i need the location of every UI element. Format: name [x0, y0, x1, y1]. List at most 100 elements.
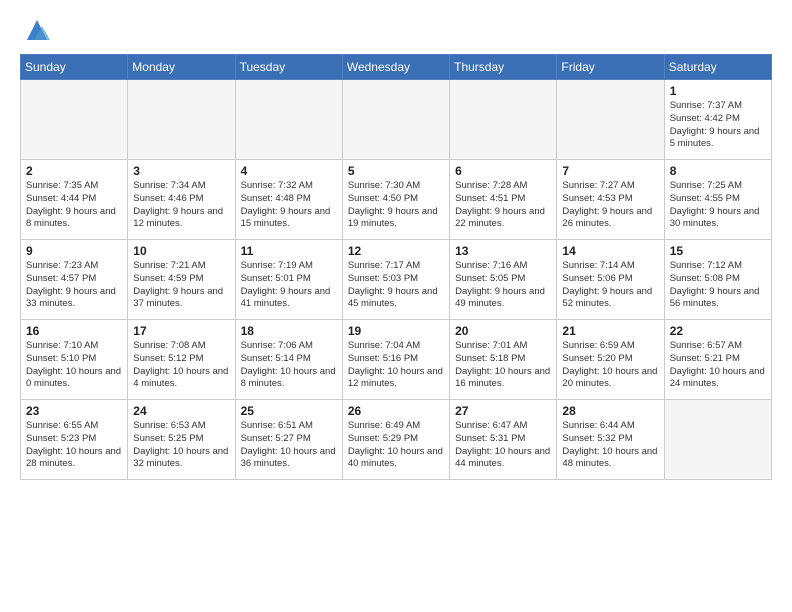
- day-number: 12: [348, 244, 445, 258]
- week-row-0: 1 Sunrise: 7:37 AM Sunset: 4:42 PM Daylig…: [21, 80, 772, 160]
- day-info: Sunrise: 7:23 AM Sunset: 4:57 PM Dayligh…: [26, 260, 123, 311]
- day-info: Sunrise: 7:08 AM Sunset: 5:12 PM Dayligh…: [133, 340, 230, 391]
- page: SundayMondayTuesdayWednesdayThursdayFrid…: [0, 0, 792, 490]
- day-cell: [450, 80, 557, 160]
- day-cell: 11 Sunrise: 7:19 AM Sunset: 5:01 PM Dayli…: [235, 240, 342, 320]
- day-info: Sunrise: 7:32 AM Sunset: 4:48 PM Dayligh…: [241, 180, 338, 231]
- day-number: 22: [670, 324, 767, 338]
- week-row-2: 9 Sunrise: 7:23 AM Sunset: 4:57 PM Daylig…: [21, 240, 772, 320]
- day-info: Sunrise: 7:14 AM Sunset: 5:06 PM Dayligh…: [562, 260, 659, 311]
- day-number: 19: [348, 324, 445, 338]
- day-number: 13: [455, 244, 552, 258]
- day-cell: 28Sunrise: 6:44 AM Sunset: 5:32 PM Dayli…: [557, 400, 664, 480]
- day-info: Sunrise: 6:47 AM Sunset: 5:31 PM Dayligh…: [455, 420, 552, 471]
- day-cell: 3 Sunrise: 7:34 AM Sunset: 4:46 PM Daylig…: [128, 160, 235, 240]
- day-info: Sunrise: 7:01 AM Sunset: 5:18 PM Dayligh…: [455, 340, 552, 391]
- day-info: Sunrise: 6:57 AM Sunset: 5:21 PM Dayligh…: [670, 340, 767, 391]
- day-number: 28: [562, 404, 659, 418]
- day-info: Sunrise: 7:28 AM Sunset: 4:51 PM Dayligh…: [455, 180, 552, 231]
- day-info: Sunrise: 7:35 AM Sunset: 4:44 PM Dayligh…: [26, 180, 123, 231]
- day-info: Sunrise: 7:04 AM Sunset: 5:16 PM Dayligh…: [348, 340, 445, 391]
- day-cell: 24Sunrise: 6:53 AM Sunset: 5:25 PM Dayli…: [128, 400, 235, 480]
- day-cell: 26 Sunrise: 6:49 AM Sunset: 5:29 PM Dayli…: [342, 400, 449, 480]
- col-header-monday: Monday: [128, 55, 235, 80]
- day-cell: 8 Sunrise: 7:25 AM Sunset: 4:55 PM Daylig…: [664, 160, 771, 240]
- day-cell: [21, 80, 128, 160]
- day-info: Sunrise: 6:53 AM Sunset: 5:25 PM Dayligh…: [133, 420, 230, 471]
- day-cell: 27 Sunrise: 6:47 AM Sunset: 5:31 PM Dayli…: [450, 400, 557, 480]
- col-header-sunday: Sunday: [21, 55, 128, 80]
- day-cell: 18Sunrise: 7:06 AM Sunset: 5:14 PM Dayli…: [235, 320, 342, 400]
- day-number: 1: [670, 84, 767, 98]
- day-cell: [235, 80, 342, 160]
- day-cell: 1 Sunrise: 7:37 AM Sunset: 4:42 PM Daylig…: [664, 80, 771, 160]
- day-info: Sunrise: 7:12 AM Sunset: 5:08 PM Dayligh…: [670, 260, 767, 311]
- day-info: Sunrise: 7:30 AM Sunset: 4:50 PM Dayligh…: [348, 180, 445, 231]
- day-cell: 4 Sunrise: 7:32 AM Sunset: 4:48 PM Daylig…: [235, 160, 342, 240]
- day-number: 26: [348, 404, 445, 418]
- day-cell: 13 Sunrise: 7:16 AM Sunset: 5:05 PM Dayli…: [450, 240, 557, 320]
- day-cell: 19 Sunrise: 7:04 AM Sunset: 5:16 PM Dayli…: [342, 320, 449, 400]
- day-number: 15: [670, 244, 767, 258]
- day-cell: 6 Sunrise: 7:28 AM Sunset: 4:51 PM Daylig…: [450, 160, 557, 240]
- day-cell: 9 Sunrise: 7:23 AM Sunset: 4:57 PM Daylig…: [21, 240, 128, 320]
- day-cell: 10Sunrise: 7:21 AM Sunset: 4:59 PM Dayli…: [128, 240, 235, 320]
- logo-icon: [22, 16, 52, 42]
- day-cell: 14 Sunrise: 7:14 AM Sunset: 5:06 PM Dayli…: [557, 240, 664, 320]
- header: [20, 18, 772, 42]
- day-cell: 2 Sunrise: 7:35 AM Sunset: 4:44 PM Daylig…: [21, 160, 128, 240]
- week-row-3: 16Sunrise: 7:10 AM Sunset: 5:10 PM Dayli…: [21, 320, 772, 400]
- day-cell: 22 Sunrise: 6:57 AM Sunset: 5:21 PM Dayli…: [664, 320, 771, 400]
- day-info: Sunrise: 7:25 AM Sunset: 4:55 PM Dayligh…: [670, 180, 767, 231]
- day-cell: 17 Sunrise: 7:08 AM Sunset: 5:12 PM Dayli…: [128, 320, 235, 400]
- day-cell: 21 Sunrise: 6:59 AM Sunset: 5:20 PM Dayli…: [557, 320, 664, 400]
- day-number: 23: [26, 404, 123, 418]
- day-cell: 16Sunrise: 7:10 AM Sunset: 5:10 PM Dayli…: [21, 320, 128, 400]
- day-info: Sunrise: 7:34 AM Sunset: 4:46 PM Dayligh…: [133, 180, 230, 231]
- calendar: SundayMondayTuesdayWednesdayThursdayFrid…: [20, 54, 772, 480]
- day-number: 8: [670, 164, 767, 178]
- day-info: Sunrise: 6:51 AM Sunset: 5:27 PM Dayligh…: [241, 420, 338, 471]
- day-number: 4: [241, 164, 338, 178]
- day-info: Sunrise: 7:16 AM Sunset: 5:05 PM Dayligh…: [455, 260, 552, 311]
- logo: [20, 18, 52, 42]
- day-info: Sunrise: 7:37 AM Sunset: 4:42 PM Dayligh…: [670, 100, 767, 151]
- day-number: 10: [133, 244, 230, 258]
- week-row-1: 2 Sunrise: 7:35 AM Sunset: 4:44 PM Daylig…: [21, 160, 772, 240]
- day-number: 6: [455, 164, 552, 178]
- col-header-thursday: Thursday: [450, 55, 557, 80]
- day-info: Sunrise: 7:27 AM Sunset: 4:53 PM Dayligh…: [562, 180, 659, 231]
- day-info: Sunrise: 6:55 AM Sunset: 5:23 PM Dayligh…: [26, 420, 123, 471]
- day-number: 14: [562, 244, 659, 258]
- day-cell: 7 Sunrise: 7:27 AM Sunset: 4:53 PM Daylig…: [557, 160, 664, 240]
- day-cell: 12 Sunrise: 7:17 AM Sunset: 5:03 PM Dayli…: [342, 240, 449, 320]
- day-cell: [664, 400, 771, 480]
- calendar-header-row: SundayMondayTuesdayWednesdayThursdayFrid…: [21, 55, 772, 80]
- day-number: 9: [26, 244, 123, 258]
- week-row-4: 23 Sunrise: 6:55 AM Sunset: 5:23 PM Dayli…: [21, 400, 772, 480]
- day-cell: 15 Sunrise: 7:12 AM Sunset: 5:08 PM Dayli…: [664, 240, 771, 320]
- day-number: 25: [241, 404, 338, 418]
- day-info: Sunrise: 7:19 AM Sunset: 5:01 PM Dayligh…: [241, 260, 338, 311]
- day-info: Sunrise: 7:17 AM Sunset: 5:03 PM Dayligh…: [348, 260, 445, 311]
- col-header-wednesday: Wednesday: [342, 55, 449, 80]
- day-cell: [342, 80, 449, 160]
- day-cell: [128, 80, 235, 160]
- day-cell: 20Sunrise: 7:01 AM Sunset: 5:18 PM Dayli…: [450, 320, 557, 400]
- day-number: 27: [455, 404, 552, 418]
- day-cell: 25 Sunrise: 6:51 AM Sunset: 5:27 PM Dayli…: [235, 400, 342, 480]
- day-info: Sunrise: 6:49 AM Sunset: 5:29 PM Dayligh…: [348, 420, 445, 471]
- day-number: 16: [26, 324, 123, 338]
- day-number: 2: [26, 164, 123, 178]
- day-info: Sunrise: 7:06 AM Sunset: 5:14 PM Dayligh…: [241, 340, 338, 391]
- day-number: 11: [241, 244, 338, 258]
- day-info: Sunrise: 6:59 AM Sunset: 5:20 PM Dayligh…: [562, 340, 659, 391]
- col-header-friday: Friday: [557, 55, 664, 80]
- day-number: 5: [348, 164, 445, 178]
- day-number: 17: [133, 324, 230, 338]
- day-number: 3: [133, 164, 230, 178]
- day-number: 7: [562, 164, 659, 178]
- day-cell: 23 Sunrise: 6:55 AM Sunset: 5:23 PM Dayli…: [21, 400, 128, 480]
- day-cell: 5 Sunrise: 7:30 AM Sunset: 4:50 PM Daylig…: [342, 160, 449, 240]
- day-number: 21: [562, 324, 659, 338]
